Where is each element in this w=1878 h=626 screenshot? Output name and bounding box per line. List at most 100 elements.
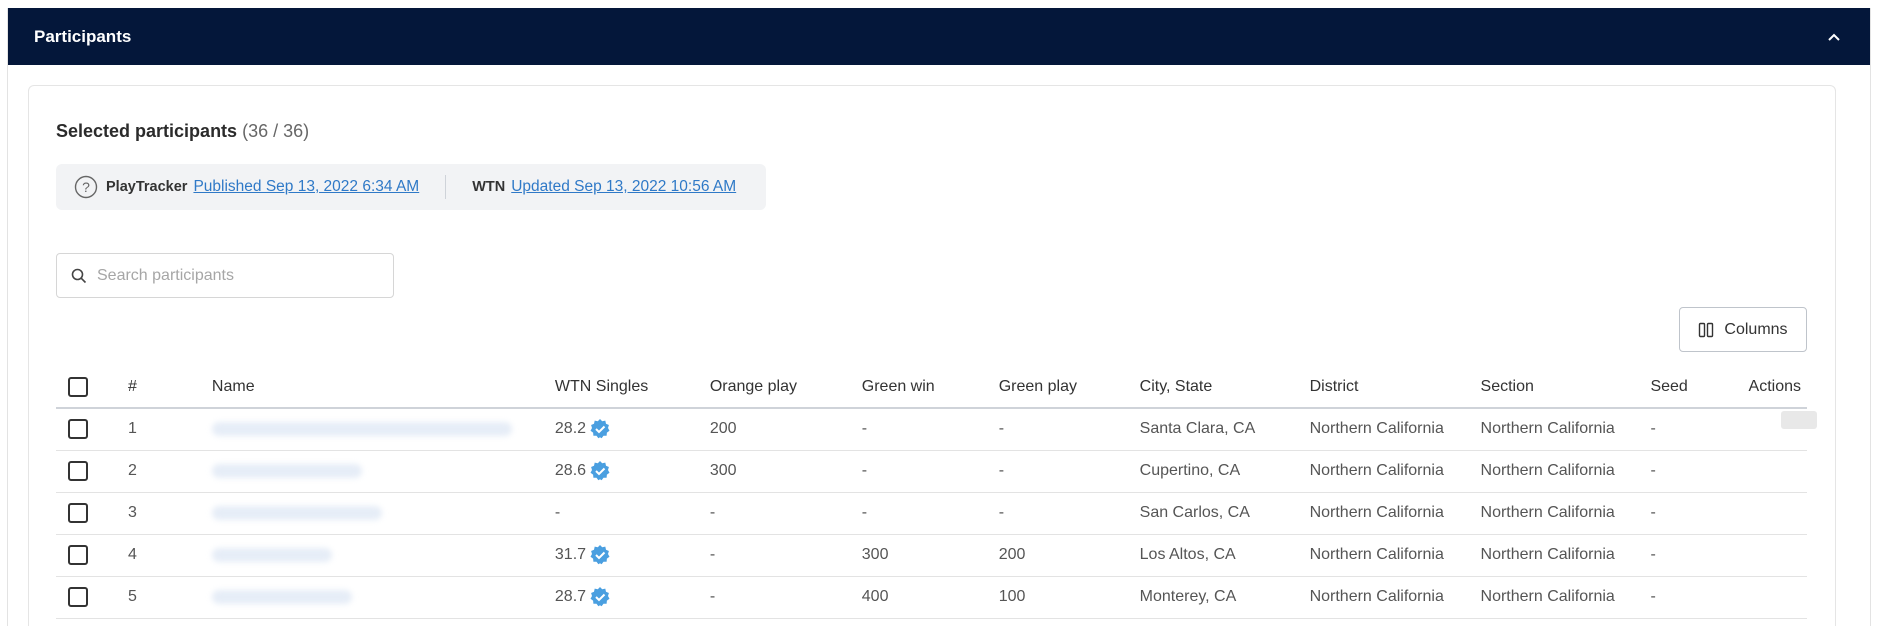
playtracker-label: PlayTracker [106,179,188,195]
search-input[interactable] [97,266,387,285]
col-header-green-win[interactable]: Green win [861,366,999,409]
wtn-singles-cell: 28.2 [554,408,710,451]
row-checkbox[interactable] [68,503,88,523]
table-row[interactable]: 2 28.6 300 - - Cupertino, CA Northern Ca… [56,450,1807,493]
seed-cell: - [1650,576,1749,619]
select-all-cell [56,366,128,409]
wtn-value: 28.2 [554,420,587,438]
city-state-cell: Santa Clara, CA [1139,408,1310,451]
row-checkbox[interactable] [68,419,88,440]
row-number: 4 [127,534,212,577]
col-header-number[interactable]: # [127,366,212,409]
table-row[interactable]: 4 31.7 - 300 200 Los Altos, CA Northern … [56,534,1807,577]
playtracker-published-link[interactable]: Published Sep 13, 2022 6:34 AM [193,178,419,196]
green-play-cell: 200 [998,534,1140,577]
col-header-district[interactable]: District [1309,366,1481,409]
wtn-label: WTN [472,179,506,195]
row-checkbox[interactable] [68,587,88,607]
question-circle-icon[interactable]: ? [74,175,98,199]
green-play-cell: - [998,492,1140,535]
panel-header[interactable]: Participants [8,8,1870,65]
row-checkbox[interactable] [68,461,88,481]
actions-cell [1748,450,1807,493]
participants-card: Selected participants (36 / 36) ? PlayTr… [28,85,1836,626]
col-header-actions: Actions [1748,366,1807,409]
orange-play-cell: 200 [709,408,862,451]
seed-cell: - [1650,534,1749,577]
wtn-value: 31.7 [554,546,587,564]
district-cell: Northern California [1309,534,1481,577]
district-cell: Northern California [1309,408,1481,451]
orange-play-cell: - [709,576,862,619]
wtn-singles-cell: 28.6 [554,450,710,493]
orange-play-cell: - [709,534,862,577]
row-number: 5 [127,576,212,619]
city-state-cell: Monterey, CA [1139,576,1310,619]
col-header-name[interactable]: Name [211,366,555,409]
row-number: 3 [127,492,212,535]
participant-name[interactable] [211,534,555,577]
search-icon [71,268,87,283]
green-win-cell: - [861,450,999,493]
seed-cell: - [1650,492,1749,535]
col-header-seed[interactable]: Seed [1650,366,1749,409]
chevron-up-icon[interactable] [1824,27,1844,47]
seed-cell: - [1650,408,1749,451]
row-number: 1 [127,408,212,451]
verified-badge-icon [590,587,610,607]
green-win-cell: - [861,408,999,451]
verified-badge-icon [590,461,610,481]
participant-name[interactable] [211,408,555,451]
table-row[interactable]: 5 28.7 - 400 100 Monterey, CA Northern C… [56,576,1807,619]
orange-play-cell: - [709,492,862,535]
actions-cell [1748,576,1807,619]
selected-participants-title: Selected participants (36 / 36) [56,121,309,142]
col-header-green-play[interactable]: Green play [998,366,1140,409]
wtn-singles-cell: 28.7 [554,576,710,619]
city-state-cell: Los Altos, CA [1139,534,1310,577]
row-number: 2 [127,450,212,493]
city-state-cell: San Carlos, CA [1139,492,1310,535]
section-cell: Northern California [1480,576,1651,619]
city-state-cell: Cupertino, CA [1139,450,1310,493]
columns-button[interactable]: Columns [1679,307,1807,352]
col-header-wtn-singles[interactable]: WTN Singles [554,366,710,409]
col-header-orange-play[interactable]: Orange play [709,366,862,409]
svg-text:?: ? [82,179,90,195]
wtn-value: - [554,504,561,521]
district-cell: Northern California [1309,492,1481,535]
selected-participants-count: (36 / 36) [242,121,310,141]
table-row[interactable]: 1 28.2 200 - - Santa Clara, CA Northern … [56,408,1807,451]
row-checkbox[interactable] [68,545,88,565]
wtn-value: 28.6 [554,462,587,480]
columns-icon [1699,322,1714,337]
wtn-updated-link[interactable]: Updated Sep 13, 2022 10:56 AM [511,178,736,196]
green-win-cell: - [861,492,999,535]
seed-cell: - [1650,450,1749,493]
participant-name[interactable] [211,492,555,535]
district-cell: Northern California [1309,576,1481,619]
green-play-cell: - [998,408,1140,451]
verified-badge-icon [590,419,610,439]
section-cell: Northern California [1480,492,1651,535]
participant-name[interactable] [211,450,555,493]
row-action-tag [1781,411,1817,429]
publish-info-bar: ? PlayTracker Published Sep 13, 2022 6:3… [56,164,766,210]
verified-badge-icon [590,545,610,565]
section-cell: Northern California [1480,534,1651,577]
col-header-section[interactable]: Section [1480,366,1651,409]
wtn-singles-cell: - [554,492,710,535]
participants-table: # Name WTN Singles Orange play Green win… [56,366,1807,619]
participant-name[interactable] [211,576,555,619]
select-all-checkbox[interactable] [68,376,88,397]
actions-cell [1748,534,1807,577]
selected-participants-label: Selected participants [56,121,238,141]
table-row[interactable]: 3 - - - - San Carlos, CA Northern Califo… [56,492,1807,535]
section-cell: Northern California [1480,450,1651,493]
district-cell: Northern California [1309,450,1481,493]
search-box [56,253,394,298]
section-cell: Northern California [1480,408,1651,451]
wtn-singles-cell: 31.7 [554,534,710,577]
col-header-city-state[interactable]: City, State [1139,366,1310,409]
divider [445,175,447,199]
